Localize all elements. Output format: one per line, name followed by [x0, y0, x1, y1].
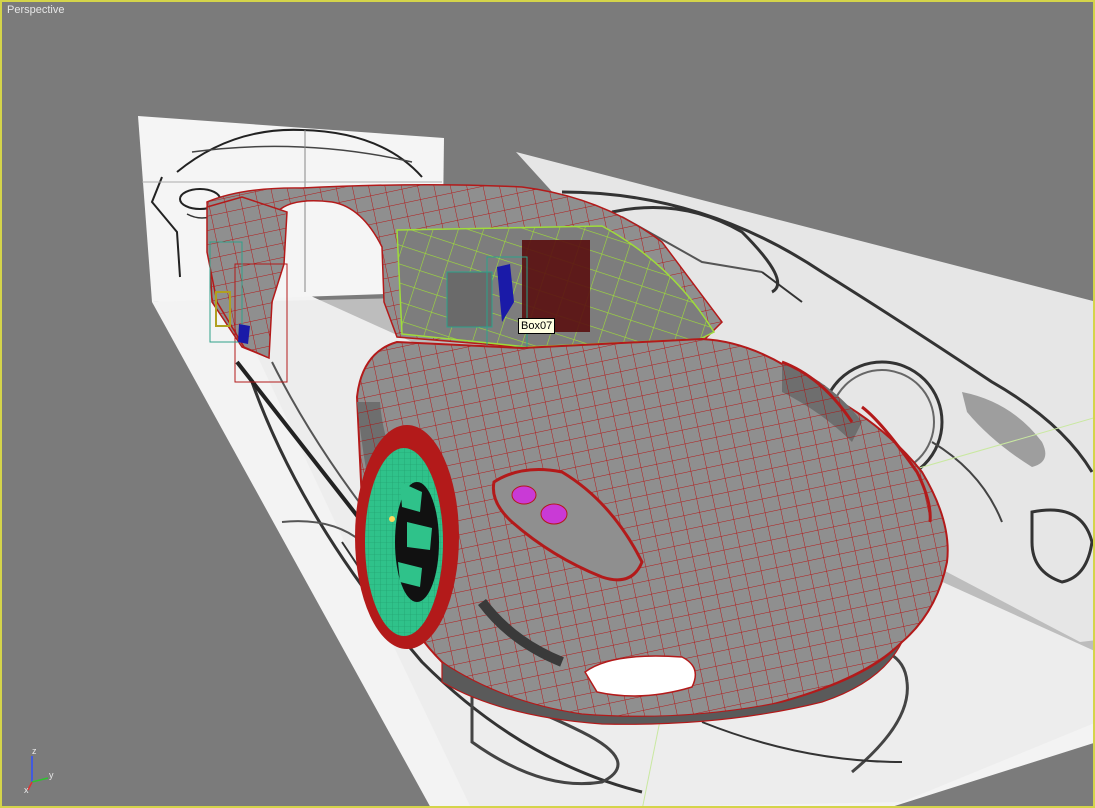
headlight[interactable]	[511, 485, 537, 505]
scene-canvas[interactable]	[2, 2, 1095, 808]
axis-x-label: x	[24, 785, 29, 793]
viewport-label[interactable]: Perspective	[7, 4, 64, 16]
front-wheel[interactable]	[355, 425, 459, 649]
axis-y-label: y	[49, 770, 54, 780]
perspective-viewport[interactable]: Perspective Box07 z y x	[0, 0, 1095, 808]
headlight[interactable]	[540, 503, 568, 525]
axis-tripod-icon: z y x	[24, 748, 54, 793]
object-name-tooltip: Box07	[518, 318, 556, 334]
axis-z-label: z	[32, 748, 37, 756]
